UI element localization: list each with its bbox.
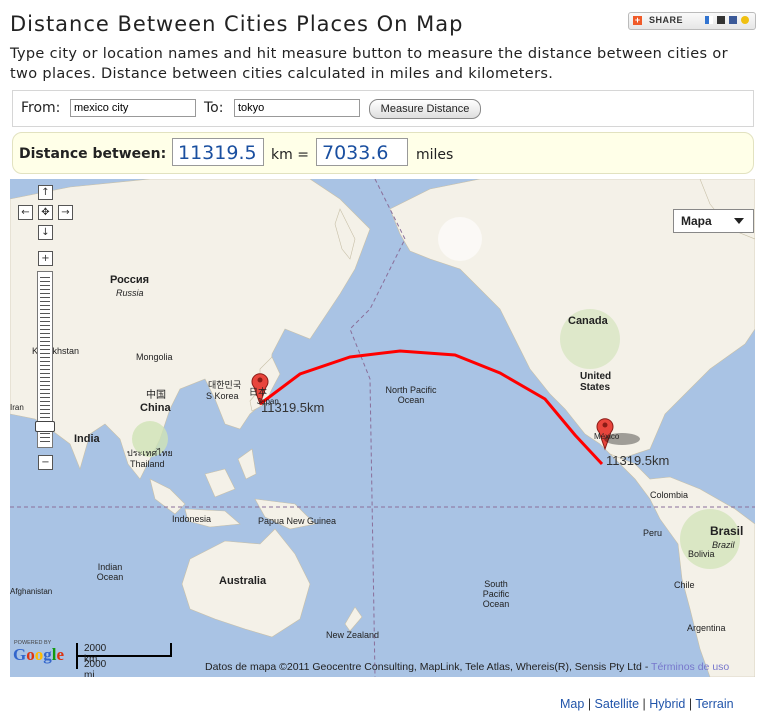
label-korea-native: 대한민국 (208, 380, 242, 390)
copyright-text: Datos de mapa ©2011 Geocentre Consulting… (205, 661, 652, 673)
pan-left-icon[interactable]: ← (18, 205, 33, 220)
to-label: To: (204, 100, 224, 116)
map-type-links: Map | Satellite | Hybrid | Terrain (560, 697, 734, 711)
pan-down-icon[interactable]: ↓ (38, 225, 53, 240)
delicious-icon (705, 16, 713, 24)
label-russia: Россия (110, 274, 150, 286)
zoom-slider-handle[interactable] (35, 421, 55, 432)
hybrid-link[interactable]: Hybrid (649, 697, 685, 711)
pan-center-icon[interactable]: ✥ (38, 205, 53, 220)
label-colombia: Colombia (650, 490, 689, 500)
label-indian-ocean: Indian Ocean (96, 562, 124, 582)
label-iran: Iran (10, 403, 24, 412)
map-type-dropdown[interactable]: Mapa (673, 209, 754, 233)
distance-result: Distance between: 11319.5 km = 7033.6 mi… (12, 132, 754, 174)
terms-link[interactable]: Términos de uso (651, 661, 729, 673)
dropdown-arrow-icon (734, 218, 744, 224)
from-input[interactable] (70, 99, 196, 117)
separator: | (642, 697, 646, 711)
label-south-pacific-ocean: South Pacific Ocean (482, 579, 510, 609)
stumble-icon (729, 16, 737, 24)
label-mexico: México (594, 432, 620, 441)
pan-up-icon[interactable]: ↑ (38, 185, 53, 200)
share-label: SHARE (649, 15, 684, 25)
miles-value-field[interactable]: 7033.6 (316, 138, 408, 166)
from-label: From: (21, 100, 61, 116)
page-description: Type city or location names and hit meas… (10, 46, 728, 82)
map-tiles (10, 179, 755, 677)
label-indonesia: Indonesia (172, 514, 212, 524)
zoom-out-icon[interactable]: − (38, 455, 53, 470)
label-chile: Chile (674, 580, 695, 590)
label-china: China (140, 402, 171, 414)
page-title: Distance Between Cities Places On Map (10, 12, 464, 36)
separator: | (688, 697, 693, 711)
digg-icon (717, 16, 725, 24)
label-india: India (74, 433, 100, 445)
marker-distance-label: 11319.5km (606, 453, 670, 468)
label-russia-latin: Russia (116, 288, 144, 298)
label-brazil: Brazil (712, 540, 735, 550)
map-copyright: Datos de mapa ©2011 Geocentre Consulting… (205, 661, 729, 673)
map-type-label: Mapa (681, 214, 712, 228)
label-thailand: Thailand (130, 459, 165, 469)
favorite-icon (741, 16, 749, 24)
map-link[interactable]: Map (560, 697, 584, 711)
label-peru: Peru (643, 528, 663, 538)
miles-unit: miles (416, 147, 454, 163)
distance-label: Distance between: (19, 146, 167, 162)
to-input[interactable] (234, 99, 360, 117)
label-s-korea: S Korea (206, 391, 239, 401)
label-argentina: Argentina (687, 623, 726, 633)
terrain-link[interactable]: Terrain (695, 697, 733, 711)
label-united-states: United States (580, 371, 612, 393)
measure-form: From: To: Measure Distance (12, 90, 754, 127)
scale-mi: 2000 mi (84, 659, 107, 677)
label-canada: Canada (568, 315, 608, 327)
label-australia: Australia (219, 575, 267, 587)
label-mongolia: Mongolia (136, 352, 173, 362)
separator: | (587, 697, 592, 711)
pan-right-icon[interactable]: → (58, 205, 73, 220)
measure-distance-button[interactable]: Measure Distance (369, 99, 481, 119)
km-value-field[interactable]: 11319.5 (172, 138, 264, 166)
marker-distance-label: 11319.5km (261, 400, 325, 415)
label-papua-new-guinea: Papua New Guinea (258, 516, 337, 526)
label-new-zealand: New Zealand (326, 630, 380, 640)
google-logo[interactable]: POWERED BY Google (13, 640, 64, 664)
km-unit: km = (271, 147, 309, 163)
zoom-in-icon[interactable]: + (38, 251, 53, 266)
satellite-link[interactable]: Satellite (595, 697, 639, 711)
label-north-pacific-ocean: North Pacific Ocean (385, 385, 437, 405)
label-afghanistan: Afghanistan (10, 587, 53, 596)
label-china-native: 中国 (146, 390, 166, 401)
share-button[interactable]: + SHARE (628, 12, 756, 30)
label-thailand-native: ประเทศไทย (127, 448, 173, 458)
label-bolivia: Bolivia (688, 549, 715, 559)
share-plus-icon: + (633, 15, 642, 25)
map-canvas[interactable]: Россия Russia Mongolia Kazakhstan 中国 Chi… (10, 179, 755, 677)
label-brasil: Brasil (710, 524, 744, 538)
